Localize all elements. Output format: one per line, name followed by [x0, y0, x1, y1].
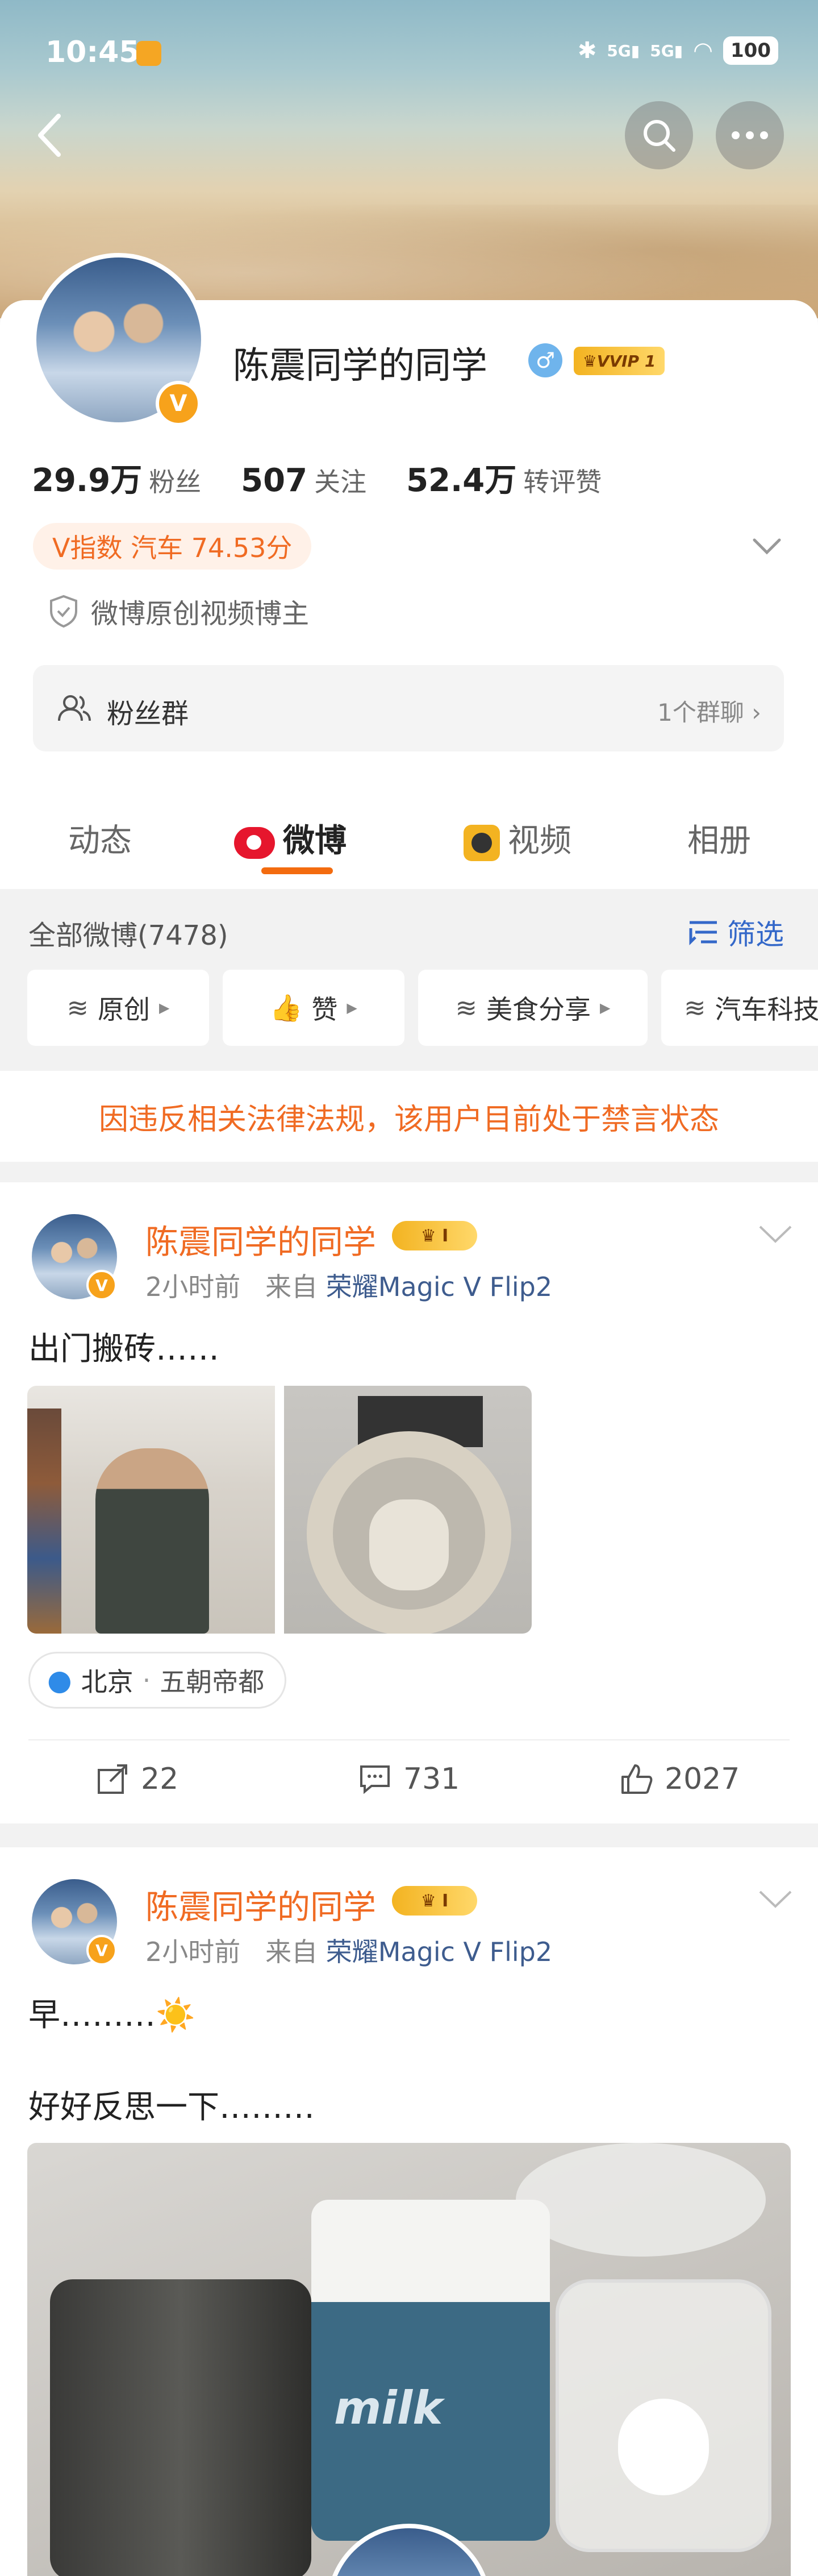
- comment-button[interactable]: 731: [358, 1762, 460, 1796]
- filter-bar: 全部微博(7478) 筛选 ≋ 原创 ▶ 👍 赞 ▶ ≋ 美食分享 ▶ ≋ 汽车科技: [0, 889, 818, 1071]
- post-text: 出门搬砖……: [28, 1331, 219, 1368]
- layers-icon: ≋: [684, 992, 706, 1023]
- chip-auto-tech[interactable]: ≋ 汽车科技: [661, 970, 818, 1046]
- fan-group-count: 1个群聊 ›: [657, 699, 761, 726]
- crown-icon: ♛: [420, 1225, 436, 1246]
- profile-name: 陈震同学的同学: [233, 345, 487, 387]
- mute-notice: 因违反相关法律法规，该用户目前处于禁言状态: [0, 1071, 818, 1162]
- chevron-down-icon: [759, 1891, 792, 1908]
- signal-icon-2: 5G▮: [650, 41, 683, 60]
- post-menu-button[interactable]: [756, 1885, 801, 1919]
- fan-group-label: 粉丝群: [107, 698, 189, 730]
- stat-engagement[interactable]: 52.4万 转评赞: [406, 455, 602, 501]
- post-text-line1: 早………☀️: [28, 1997, 195, 2034]
- crown-badge: ♛ I: [392, 1886, 477, 1916]
- location-pin-icon: ●: [47, 1664, 72, 1697]
- chip-food[interactable]: ≋ 美食分享 ▶: [418, 970, 648, 1046]
- male-icon: ♂: [528, 343, 562, 377]
- wifi-icon: ◠: [693, 38, 713, 64]
- filter-icon: [689, 921, 717, 946]
- users-icon: [58, 695, 91, 721]
- chip-original[interactable]: ≋ 原创 ▶: [27, 970, 209, 1046]
- post-divider: [28, 1739, 790, 1740]
- post-author[interactable]: 陈震同学的同学: [145, 1880, 376, 1928]
- post-image-breakfast[interactable]: milk: [27, 2143, 791, 2576]
- chevron-down-icon: [753, 538, 781, 555]
- chevron-left-icon: [38, 114, 61, 157]
- back-button[interactable]: [27, 107, 73, 164]
- layers-icon: ≋: [455, 992, 478, 1023]
- fan-group-row[interactable]: 粉丝群 1个群聊 ›: [33, 665, 784, 751]
- weibo-profile-page: 10:45 ✱ 5G▮ 5G▮ ◠ 100 V 陈震同学的同学 ♂ ♛ VVIP …: [0, 0, 818, 2576]
- chip-like[interactable]: 👍 赞 ▶: [223, 970, 404, 1046]
- repost-icon: [98, 1764, 127, 1794]
- all-weibo-count: 全部微博(7478): [28, 920, 228, 952]
- like-button[interactable]: 2027: [619, 1762, 740, 1796]
- post-meta: 2小时前 来自 荣耀Magic V Flip2: [145, 1937, 553, 1967]
- more-dots-icon: [732, 131, 768, 139]
- post-source-link[interactable]: 荣耀Magic V Flip2: [326, 1937, 552, 1967]
- cup-label: milk: [334, 2382, 443, 2434]
- system-icons: ✱ 5G▮ 5G▮ ◠ 100: [578, 36, 778, 65]
- layers-icon: ≋: [66, 992, 89, 1023]
- profile-stats: 29.9万 粉丝 507 关注 52.4万 转评赞: [32, 455, 602, 501]
- crown-badge: ♛ I: [392, 1221, 477, 1250]
- vip-badge[interactable]: ♛ VVIP 1: [574, 347, 665, 375]
- filter-button[interactable]: 筛选: [687, 912, 784, 953]
- crown-icon: ♛: [420, 1891, 436, 1911]
- stat-following[interactable]: 507 关注: [241, 462, 366, 499]
- bluetooth-icon: ✱: [577, 38, 597, 64]
- crown-icon: ♛: [582, 351, 597, 371]
- thumbs-up-icon: 👍: [270, 992, 303, 1023]
- app-notification-icon: [136, 41, 161, 66]
- location-chip[interactable]: ● 北京 · 五朝帝都: [28, 1652, 287, 1709]
- search-icon: [644, 120, 675, 152]
- shield-icon: [50, 595, 77, 628]
- active-tab-indicator: [261, 867, 333, 874]
- post-text-line2: 好好反思一下………: [28, 2089, 315, 2126]
- post-meta: 2小时前 来自 荣耀Magic V Flip2: [145, 1272, 553, 1302]
- stat-followers[interactable]: 29.9万 粉丝: [32, 455, 201, 501]
- status-time: 10:45: [45, 35, 140, 69]
- post-image-selfie[interactable]: [27, 1386, 275, 1634]
- verified-badge-icon: V: [86, 1270, 117, 1301]
- battery-icon: 100: [723, 36, 778, 65]
- search-button[interactable]: [625, 101, 693, 169]
- chevron-down-icon: [759, 1225, 792, 1243]
- certification: 微博原创视频博主: [48, 591, 309, 631]
- status-bar: 10:45 ✱ 5G▮ 5G▮ ◠ 100: [0, 0, 818, 108]
- tab-dynamics[interactable]: 动态: [68, 815, 132, 861]
- tab-weibo[interactable]: 微博: [234, 815, 347, 861]
- profile-tabs: 动态 微博 视频 相册: [0, 796, 818, 889]
- comment-icon: [360, 1765, 390, 1794]
- post-source-link[interactable]: 荣耀Magic V Flip2: [326, 1272, 552, 1302]
- v-index-badge[interactable]: V指数 汽车 74.53分: [33, 523, 312, 570]
- repost-button[interactable]: 22: [95, 1762, 178, 1796]
- expand-profile-button[interactable]: [750, 529, 784, 563]
- tab-video[interactable]: 视频: [464, 815, 571, 861]
- weibo-logo-icon: [234, 826, 275, 859]
- post-image-steering-wheel[interactable]: [284, 1386, 532, 1634]
- verified-badge-icon: V: [86, 1935, 117, 1966]
- video-icon: [464, 824, 500, 861]
- more-button[interactable]: [716, 101, 784, 169]
- thumbs-up-icon: [621, 1764, 653, 1794]
- signal-icon-1: 5G▮: [607, 41, 640, 60]
- verified-badge-icon: V: [156, 381, 201, 426]
- post-menu-button[interactable]: [756, 1220, 801, 1254]
- post-author[interactable]: 陈震同学的同学: [145, 1215, 376, 1263]
- tab-album[interactable]: 相册: [687, 815, 751, 861]
